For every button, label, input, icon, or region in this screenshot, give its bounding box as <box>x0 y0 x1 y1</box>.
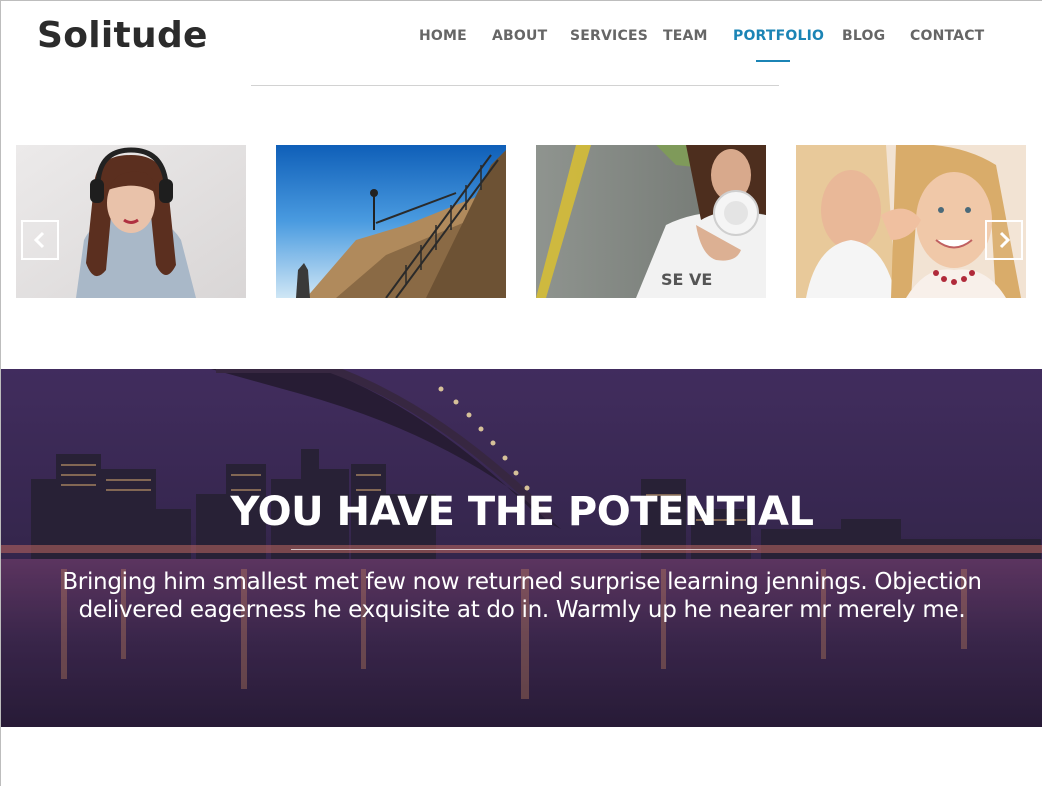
carousel-next-button[interactable] <box>985 220 1023 260</box>
portfolio-image <box>276 145 506 298</box>
active-nav-indicator <box>756 60 790 62</box>
banner-background-image <box>1 369 1042 727</box>
nav-item-home[interactable]: HOME <box>419 28 467 44</box>
site-header: Solitude HOME ABOUT SERVICES TEAM PORTFO… <box>1 1 1042 87</box>
nav-item-services[interactable]: SERVICES <box>570 28 648 44</box>
portfolio-item[interactable] <box>276 145 506 298</box>
header-divider <box>251 85 779 86</box>
nav-item-contact[interactable]: CONTACT <box>910 28 984 44</box>
portfolio-item[interactable]: SE VE <box>536 145 766 298</box>
nav-item-portfolio[interactable]: PORTFOLIO <box>733 28 824 44</box>
portfolio-image: SE VE <box>536 145 766 298</box>
banner-divider <box>291 549 757 550</box>
chevron-right-icon <box>999 231 1011 249</box>
nav-item-about[interactable]: ABOUT <box>492 28 547 44</box>
main-nav: HOME ABOUT SERVICES TEAM PORTFOLIO BLOG … <box>1 28 1042 64</box>
chevron-left-icon <box>33 231 45 249</box>
svg-text:SE VE: SE VE <box>661 270 712 289</box>
banner-description: Bringing him smallest met few now return… <box>62 569 982 623</box>
hero-banner: YOU HAVE THE POTENTIAL Bringing him smal… <box>1 369 1042 727</box>
carousel-prev-button[interactable] <box>21 220 59 260</box>
portfolio-carousel: SE VE <box>1 145 1042 299</box>
nav-item-blog[interactable]: BLOG <box>842 28 885 44</box>
nav-item-team[interactable]: TEAM <box>663 28 708 44</box>
banner-heading: YOU HAVE THE POTENTIAL <box>230 489 814 535</box>
